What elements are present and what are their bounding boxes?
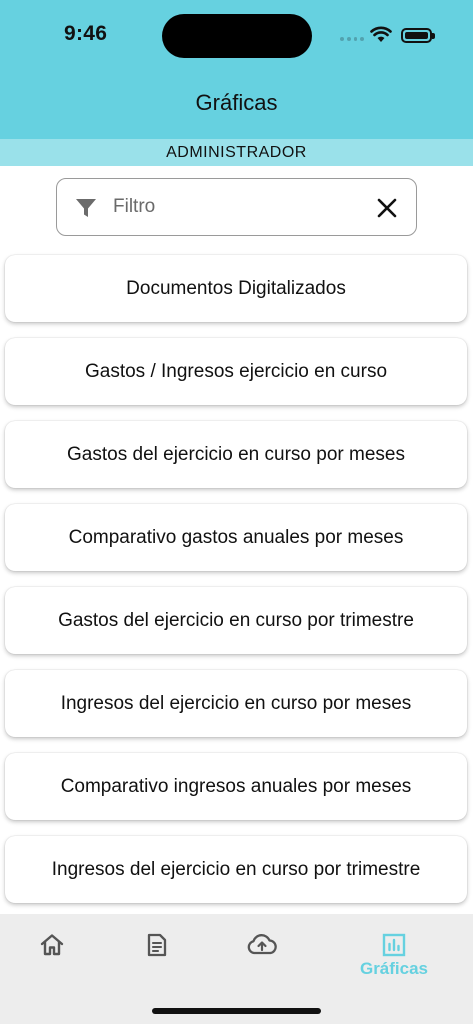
bar-chart-icon <box>382 933 406 957</box>
list-item[interactable]: Gastos del ejercicio en curso por trimes… <box>5 587 467 654</box>
list-item-label: Ingresos del ejercicio en curso por trim… <box>51 858 421 880</box>
home-indicator <box>152 1008 321 1014</box>
cellular-signal-icon <box>340 37 364 43</box>
nav-home[interactable] <box>12 932 92 992</box>
status-time: 9:46 <box>64 22 108 45</box>
list-item-label: Gastos del ejercicio en curso por meses <box>67 443 405 465</box>
battery-icon <box>401 28 435 43</box>
list-item-label: Comparativo gastos anuales por meses <box>68 526 404 548</box>
document-icon <box>147 933 167 957</box>
role-banner: ADMINISTRADOR <box>0 139 473 166</box>
list-item[interactable]: Gastos / Ingresos ejercicio en curso <box>5 338 467 405</box>
filter-icon <box>76 199 96 217</box>
close-icon[interactable] <box>376 197 398 219</box>
list-item-label: Gastos del ejercicio en curso por trimes… <box>58 609 414 631</box>
nav-graficas[interactable]: Gráficas <box>354 932 434 992</box>
list-item[interactable]: Comparativo gastos anuales por meses <box>5 504 467 571</box>
list-item[interactable]: Ingresos del ejercicio en curso por trim… <box>5 836 467 903</box>
nav-documents[interactable] <box>117 932 197 992</box>
home-icon <box>40 934 64 956</box>
list-item[interactable]: Ingresos del ejercicio en curso por mese… <box>5 670 467 737</box>
dynamic-island <box>162 14 312 58</box>
cloud-upload-icon <box>247 934 277 955</box>
list-item[interactable]: Comparativo ingresos anuales por meses <box>5 753 467 820</box>
list-item[interactable]: Documentos Digitalizados <box>5 255 467 322</box>
app-header: 9:46 Gráficas <box>0 0 473 139</box>
list-item-label: Documentos Digitalizados <box>126 277 346 299</box>
list-item[interactable]: Gastos del ejercicio en curso por meses <box>5 421 467 488</box>
wifi-icon <box>370 26 392 42</box>
filter-input[interactable] <box>113 191 363 223</box>
chart-list: Documentos Digitalizados Gastos / Ingres… <box>5 255 468 919</box>
status-bar: 9:46 <box>0 0 473 70</box>
nav-graficas-label: Gráficas <box>359 959 429 978</box>
filter-field[interactable] <box>56 178 417 236</box>
list-item-label: Ingresos del ejercicio en curso por mese… <box>60 692 412 714</box>
page-title: Gráficas <box>195 90 278 115</box>
nav-upload[interactable] <box>222 932 302 992</box>
list-item-label: Gastos / Ingresos ejercicio en curso <box>84 360 388 382</box>
list-item-label: Comparativo ingresos anuales por meses <box>60 775 412 797</box>
